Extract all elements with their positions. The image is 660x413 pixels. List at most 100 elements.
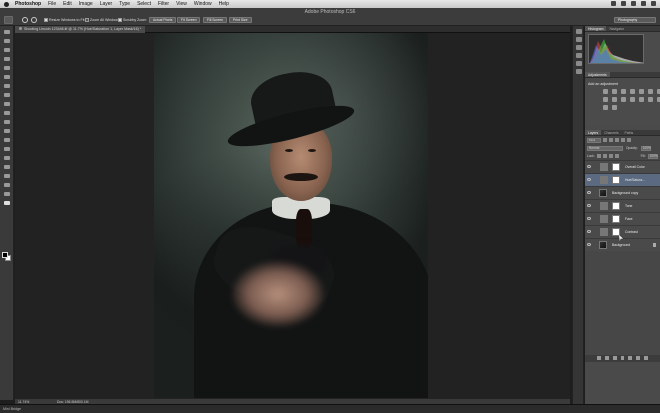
properties-panel-icon[interactable]: [576, 37, 582, 42]
adjustment-thumbnail[interactable]: [600, 176, 608, 184]
layer-mask-thumbnail[interactable]: [612, 163, 620, 171]
image-thumbnail[interactable]: [599, 189, 607, 197]
wifi-icon[interactable]: [611, 1, 616, 6]
menu-type[interactable]: Type: [119, 1, 130, 7]
marquee-tool-icon[interactable]: [3, 38, 11, 44]
zoom-all-windows-checkbox[interactable]: [85, 18, 89, 22]
character-panel-icon[interactable]: [576, 61, 582, 66]
visibility-eye-icon[interactable]: [587, 204, 591, 207]
layer-row[interactable]: Background: [585, 238, 660, 251]
close-icon[interactable]: [19, 27, 22, 30]
tab-navigator[interactable]: Navigator: [606, 26, 627, 31]
history-brush-tool-icon[interactable]: [3, 110, 11, 116]
layer-mask-thumbnail[interactable]: [612, 176, 620, 184]
brush-tool-icon[interactable]: [3, 92, 11, 98]
actual-pixels-button[interactable]: Actual Pixels: [149, 17, 177, 23]
adjustment-thumbnail[interactable]: [600, 228, 608, 236]
add-mask-icon[interactable]: [612, 356, 617, 360]
menu-view[interactable]: View: [176, 1, 187, 7]
menu-photoshop[interactable]: Photoshop: [15, 1, 41, 7]
zoom-in-icon[interactable]: [22, 17, 28, 23]
shape-tool-icon[interactable]: [3, 182, 11, 188]
adjustment-thumbnail[interactable]: [600, 202, 608, 210]
volume-icon[interactable]: [621, 1, 626, 6]
tab-adjustments[interactable]: Adjustments: [585, 72, 610, 77]
black-white-icon[interactable]: [603, 97, 608, 102]
image-thumbnail[interactable]: [599, 241, 607, 249]
brush-panel-icon[interactable]: [576, 53, 582, 58]
layer-style-icon[interactable]: [604, 356, 609, 360]
menu-help[interactable]: Help: [219, 1, 229, 7]
lock-all-icon[interactable]: [614, 154, 619, 158]
posterize-icon[interactable]: [648, 97, 653, 102]
spotlight-icon[interactable]: [651, 1, 656, 6]
color-lookup-icon[interactable]: [630, 97, 635, 102]
print-size-button[interactable]: Print Size: [229, 17, 252, 23]
photo-filter-icon[interactable]: [612, 97, 617, 102]
menu-file[interactable]: File: [48, 1, 56, 7]
gradient-tool-icon[interactable]: [3, 128, 11, 134]
layer-row[interactable]: Tone: [585, 199, 660, 212]
layer-row-selected[interactable]: Hue/Satura...: [585, 173, 660, 186]
swatches-panel-icon[interactable]: [576, 69, 582, 74]
menu-layer[interactable]: Layer: [100, 1, 113, 7]
layer-kind-filter[interactable]: Kind: [587, 137, 601, 143]
blur-tool-icon[interactable]: [3, 137, 11, 143]
selective-color-icon[interactable]: [612, 105, 617, 110]
history-panel-icon[interactable]: [576, 29, 582, 34]
document-tab[interactable]: Shooting Lincoln 123446.tif @ 11.7% (Hue…: [15, 26, 146, 33]
layer-row[interactable]: Face: [585, 212, 660, 225]
resize-windows-option[interactable]: Resize Windows to Fit: [44, 18, 85, 22]
foreground-color-swatch[interactable]: [2, 252, 8, 258]
gradient-map-icon[interactable]: [603, 105, 608, 110]
visibility-eye-icon[interactable]: [587, 178, 591, 181]
clone-stamp-tool-icon[interactable]: [3, 101, 11, 107]
layer-mask-thumbnail[interactable]: [612, 228, 620, 236]
filter-shape-icon[interactable]: [621, 138, 625, 142]
opacity-input[interactable]: 100%: [640, 145, 651, 151]
fit-screen-button[interactable]: Fit Screen: [177, 17, 201, 23]
clock-icon[interactable]: [641, 1, 646, 6]
levels-icon[interactable]: [612, 89, 617, 94]
scrubby-zoom-option[interactable]: Scrubby Zoom: [118, 18, 146, 22]
zoom-tool-icon[interactable]: [3, 200, 11, 206]
zoom-tool-preset-icon[interactable]: [4, 16, 13, 24]
type-tool-icon[interactable]: [3, 164, 11, 170]
menu-select[interactable]: Select: [137, 1, 151, 7]
canvas-area[interactable]: [15, 33, 570, 398]
invert-icon[interactable]: [639, 97, 644, 102]
lock-transparent-icon[interactable]: [596, 154, 601, 158]
mini-bridge-tab[interactable]: Mini Bridge: [3, 407, 21, 411]
quick-select-tool-icon[interactable]: [3, 56, 11, 62]
exposure-icon[interactable]: [630, 89, 635, 94]
resize-windows-checkbox[interactable]: [44, 18, 48, 22]
zoom-all-windows-option[interactable]: Zoom All Windows: [85, 18, 120, 22]
channel-mixer-icon[interactable]: [621, 97, 626, 102]
menu-edit[interactable]: Edit: [63, 1, 72, 7]
layer-mask-thumbnail[interactable]: [612, 215, 620, 223]
battery-icon[interactable]: [631, 1, 636, 6]
new-adjustment-icon[interactable]: [620, 356, 625, 360]
new-layer-icon[interactable]: [636, 356, 641, 360]
lock-image-icon[interactable]: [602, 154, 607, 158]
link-layers-icon[interactable]: [597, 356, 601, 360]
eyedropper-tool-icon[interactable]: [3, 74, 11, 80]
layer-row[interactable]: Overall Color: [585, 160, 660, 173]
filter-pixel-icon[interactable]: [603, 138, 607, 142]
path-select-tool-icon[interactable]: [3, 173, 11, 179]
filter-smart-icon[interactable]: [627, 138, 631, 142]
visibility-eye-icon[interactable]: [587, 217, 591, 220]
menu-image[interactable]: Image: [79, 1, 93, 7]
healing-brush-tool-icon[interactable]: [3, 83, 11, 89]
layer-row[interactable]: Contrast: [585, 225, 660, 238]
blend-mode-select[interactable]: Normal: [587, 145, 623, 151]
adjustment-thumbnail[interactable]: [600, 215, 608, 223]
document-image[interactable]: [154, 33, 428, 398]
apple-icon[interactable]: [4, 1, 9, 7]
vibrance-icon[interactable]: [639, 89, 644, 94]
delete-layer-icon[interactable]: [644, 356, 649, 360]
layer-row[interactable]: Background copy: [585, 186, 660, 199]
fill-input[interactable]: 100%: [647, 153, 658, 159]
menu-window[interactable]: Window: [194, 1, 212, 7]
filter-adjustment-icon[interactable]: [609, 138, 613, 142]
